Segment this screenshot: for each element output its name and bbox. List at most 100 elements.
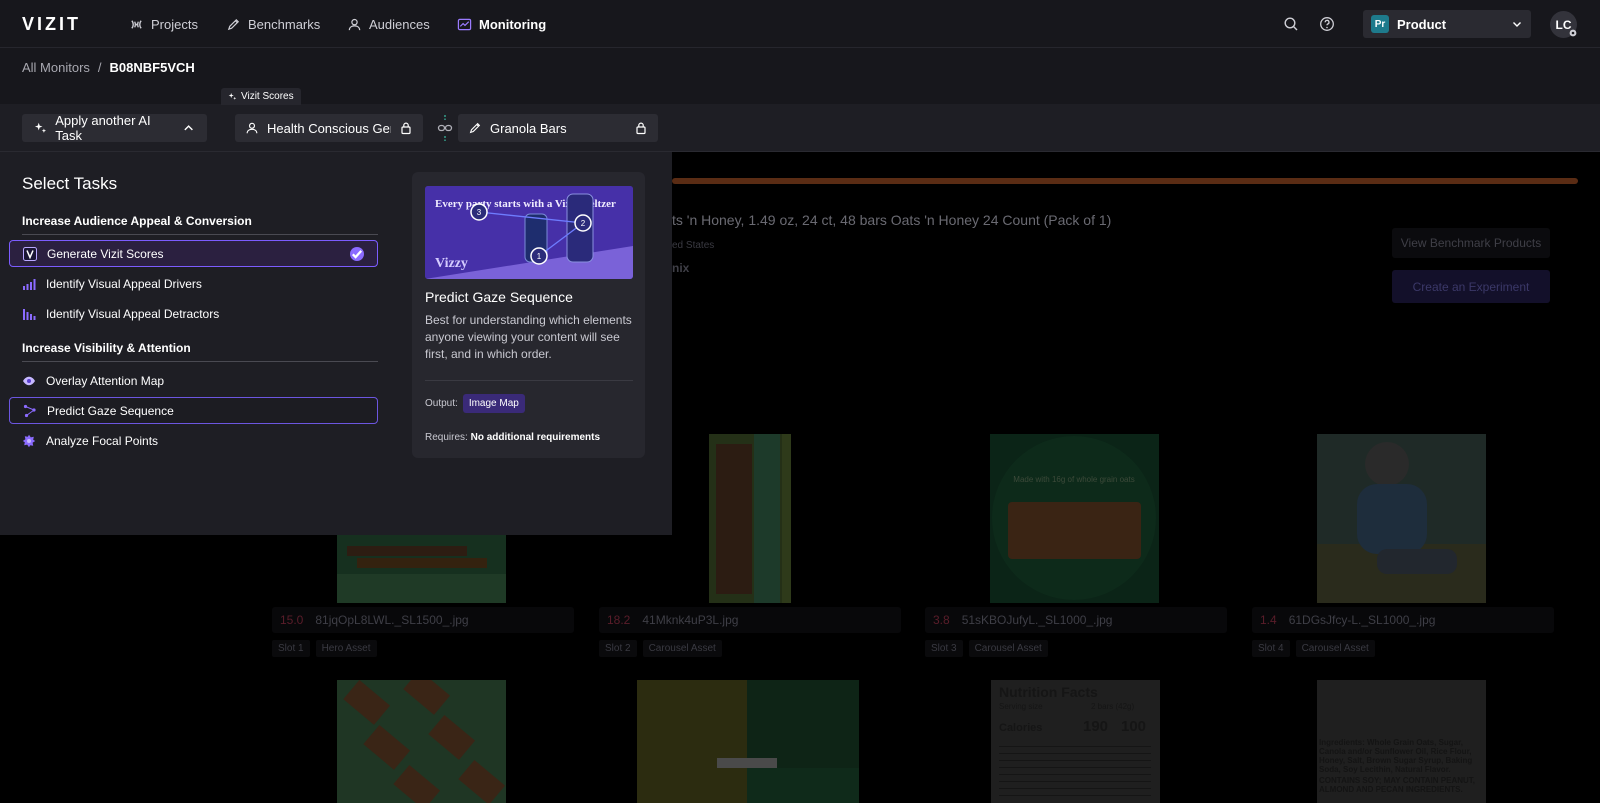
create-experiment-button[interactable]: Create an Experiment bbox=[1392, 270, 1550, 303]
search-button[interactable] bbox=[1281, 14, 1301, 34]
output-row: Output: Image Map bbox=[425, 394, 525, 413]
link-selectors-button[interactable] bbox=[434, 114, 456, 142]
task-analyze-focal-points[interactable]: Analyze Focal Points bbox=[9, 427, 378, 454]
requires-value: No additional requirements bbox=[470, 432, 601, 443]
asset-tags: Slot 1 Hero Asset bbox=[272, 640, 377, 657]
gaze-point-1: 1 bbox=[537, 252, 542, 261]
product-retailer: nix bbox=[672, 261, 690, 275]
asset-filename: 81jqOpL8LWL._SL1500_.jpg bbox=[315, 613, 469, 627]
asset-meta: 1.4 61DGsJfcy-L._SL1000_.jpg bbox=[1252, 607, 1554, 633]
asset-thumbnail: Made with 16g of whole grain oats bbox=[990, 434, 1159, 603]
task-visual-appeal-detractors[interactable]: Identify Visual Appeal Detractors bbox=[9, 300, 378, 327]
task-generate-vizit-scores[interactable]: Generate Vizit Scores bbox=[9, 240, 378, 267]
allergen-text: CONTAINS SOY; MAY CONTAIN PEANUT, ALMOND… bbox=[1319, 776, 1476, 794]
focal-point-icon bbox=[22, 434, 36, 447]
nutrition-cal-value-2: 100 bbox=[1121, 718, 1147, 735]
user-icon bbox=[348, 18, 361, 30]
asset-tags: Slot 2 Carousel Asset bbox=[599, 640, 722, 657]
asset-thumbnail-8[interactable]: Ingredients: Whole Grain Oats, Sugar, Ca… bbox=[1317, 680, 1486, 803]
asset-type: Carousel Asset bbox=[1295, 640, 1375, 657]
asset-meta: 3.8 51sKBOJufyL._SL1000_.jpg bbox=[925, 607, 1227, 633]
task-label: Overlay Attention Map bbox=[46, 373, 165, 388]
section-audience-appeal: Increase Audience Appeal & Conversion bbox=[22, 214, 378, 235]
asset-score: 1.4 bbox=[1260, 613, 1277, 627]
detail-description: Best for understanding which elements an… bbox=[425, 313, 632, 361]
gaze-point-3: 3 bbox=[477, 208, 482, 217]
panel-title: Select Tasks bbox=[22, 174, 118, 193]
search-icon bbox=[1284, 17, 1298, 31]
bars-up-icon bbox=[23, 278, 36, 290]
chevron-up-icon bbox=[184, 125, 193, 131]
product-badge: Pr bbox=[1371, 15, 1389, 33]
asset-meta: 15.0 81jqOpL8LWL._SL1500_.jpg bbox=[272, 607, 574, 633]
product-select[interactable]: Pr Product bbox=[1363, 10, 1531, 38]
nutrition-calories: Calories bbox=[999, 722, 1043, 734]
nav-monitoring[interactable]: Monitoring bbox=[457, 14, 546, 34]
nav-benchmarks[interactable]: Benchmarks bbox=[226, 14, 320, 34]
asset-type: Carousel Asset bbox=[968, 640, 1048, 657]
sparkle-small-icon bbox=[228, 92, 237, 100]
asset-thumbnail bbox=[664, 434, 833, 603]
asset-slot: Slot 2 bbox=[599, 640, 637, 657]
category-label: Granola Bars bbox=[490, 120, 567, 136]
task-overlay-attention-map[interactable]: Overlay Attention Map bbox=[9, 367, 378, 394]
task-toolbar: Apply another AI Task Vizit Scores Healt… bbox=[0, 88, 1600, 152]
projects-icon bbox=[131, 19, 142, 29]
vizit-logo[interactable]: VIZIT bbox=[22, 14, 81, 35]
view-benchmark-products-button[interactable]: View Benchmark Products bbox=[1392, 228, 1550, 258]
audience-selector[interactable]: Health Conscious Gen ... bbox=[235, 114, 423, 142]
asset-filename: 41Mknk4uP3L.jpg bbox=[642, 613, 739, 627]
breadcrumb-current: B08NBF5VCH bbox=[109, 60, 195, 75]
task-detail-card: Every party starts with a Vizzy Seltzer … bbox=[412, 172, 645, 458]
asset-filename: 61DGsJfcy-L._SL1000_.jpg bbox=[1288, 613, 1436, 627]
product-region: ed States bbox=[672, 240, 715, 251]
asset-thumbnail bbox=[1317, 434, 1486, 603]
lock-icon bbox=[636, 122, 646, 135]
nav-audiences-label: Audiences bbox=[369, 16, 430, 32]
nutrition-serving-value: 2 bars (42g) bbox=[1091, 702, 1135, 711]
pencil-icon bbox=[469, 122, 481, 134]
product-banner-strip bbox=[672, 178, 1578, 184]
gear-icon[interactable] bbox=[1568, 28, 1578, 38]
link-icon bbox=[437, 115, 453, 141]
task-label: Identify Visual Appeal Detractors bbox=[46, 306, 220, 321]
gaze-sequence-icon bbox=[23, 404, 36, 417]
asset-thumbnail-7[interactable]: Nutrition Facts Serving size 2 bars (42g… bbox=[991, 680, 1160, 803]
asset-thumbnail-6[interactable] bbox=[637, 680, 859, 803]
section-visibility-attention: Increase Visibility & Attention bbox=[22, 341, 378, 362]
ingredients-text: Ingredients: Whole Grain Oats, Sugar, Ca… bbox=[1319, 738, 1473, 774]
nav-monitoring-label: Monitoring bbox=[479, 16, 547, 32]
vizit-scores-tab[interactable]: Vizit Scores bbox=[221, 88, 301, 105]
nutrition-serving: Serving size bbox=[999, 702, 1043, 711]
nav-projects[interactable]: Projects bbox=[129, 14, 198, 34]
nav-audiences[interactable]: Audiences bbox=[347, 14, 430, 34]
requires-label: Requires: bbox=[425, 432, 468, 443]
apply-ai-task-label: Apply another AI Task bbox=[55, 113, 151, 143]
category-selector[interactable]: Granola Bars bbox=[458, 114, 658, 142]
eye-icon bbox=[23, 376, 35, 385]
asset-thumbnail-5[interactable] bbox=[337, 680, 506, 803]
asset-filename: 51sKBOJufyL._SL1000_.jpg bbox=[961, 613, 1113, 627]
help-button[interactable] bbox=[1317, 14, 1337, 34]
top-nav: VIZIT Projects Benchmarks Audiences Moni… bbox=[0, 0, 1600, 48]
gaze-sequence-preview: Every party starts with a Vizzy Seltzer … bbox=[425, 186, 633, 279]
task-label: Identify Visual Appeal Drivers bbox=[46, 276, 202, 291]
task-visual-appeal-drivers[interactable]: Identify Visual Appeal Drivers bbox=[9, 270, 378, 297]
lock-icon bbox=[401, 122, 411, 135]
help-icon bbox=[1320, 17, 1334, 31]
product-title: ts 'n Honey, 1.49 oz, 24 ct, 48 bars Oat… bbox=[672, 212, 1112, 228]
nutrition-rows bbox=[999, 740, 1151, 800]
apply-ai-task-button[interactable]: Apply another AI Task bbox=[22, 113, 207, 143]
task-label: Generate Vizit Scores bbox=[47, 246, 164, 261]
asset-slot: Slot 3 bbox=[925, 640, 963, 657]
breadcrumb-all-monitors[interactable]: All Monitors bbox=[22, 60, 90, 75]
nutrition-cal-value-1: 190 bbox=[1083, 718, 1109, 735]
asset-slot: Slot 4 bbox=[1252, 640, 1290, 657]
select-tasks-panel: Select Tasks Increase Audience Appeal & … bbox=[0, 152, 672, 535]
task-predict-gaze-sequence[interactable]: Predict Gaze Sequence bbox=[9, 397, 378, 424]
preview-brand: Vizzy bbox=[435, 256, 468, 271]
breadcrumb-separator: / bbox=[97, 60, 102, 75]
asset-slot: Slot 1 bbox=[272, 640, 310, 657]
product-label: Product bbox=[1397, 16, 1447, 32]
nav-projects-label: Projects bbox=[151, 16, 198, 32]
